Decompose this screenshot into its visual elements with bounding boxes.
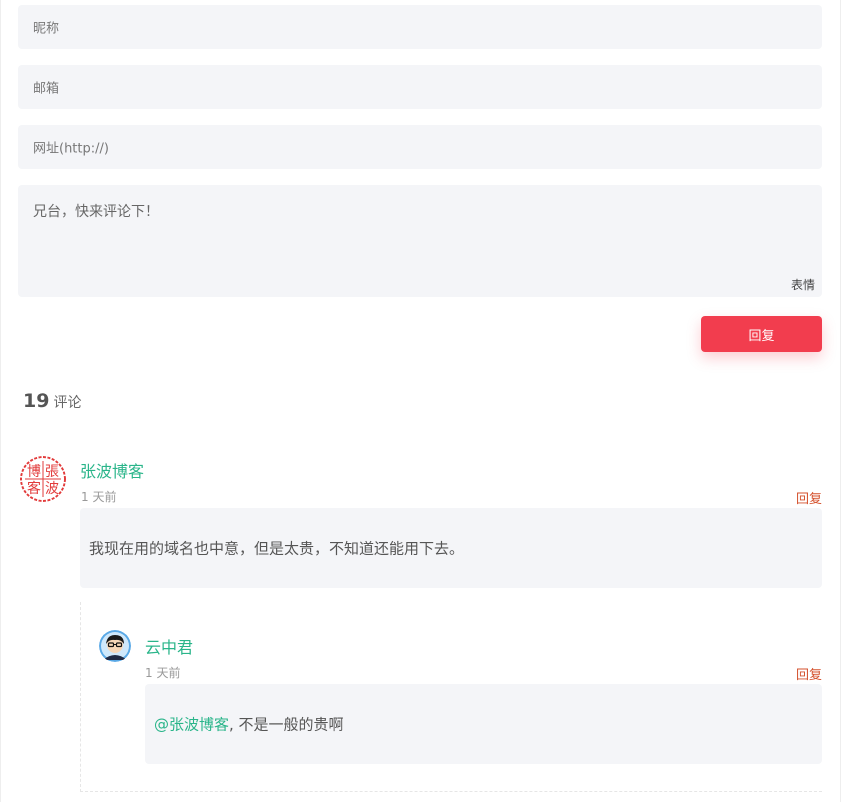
nickname-placeholder: 昵称 (33, 21, 60, 37)
nickname-field[interactable]: 昵称 (18, 5, 822, 49)
comment-textarea[interactable]: 兄台，快来评论下！ 表情 (18, 185, 822, 297)
seal-avatar-icon: 張 博 客 波 (20, 456, 66, 502)
comment-author[interactable]: 张波博客 (80, 458, 144, 482)
comment-author[interactable]: 云中君 (145, 634, 193, 658)
email-field[interactable]: 邮箱 (18, 65, 822, 109)
comment-time: 1 天前 (145, 666, 181, 680)
email-placeholder: 邮箱 (33, 81, 60, 97)
avatar[interactable] (99, 630, 131, 662)
comment-body: 我现在用的域名也中意，但是太贵，不知道还能用下去。 (80, 508, 822, 588)
comment-placeholder: 兄台，快来评论下！ (33, 204, 159, 220)
reply-button[interactable]: 回复 (796, 664, 822, 683)
mention-link[interactable]: @张波博客 (154, 716, 229, 734)
comment-time: 1 天前 (81, 490, 117, 504)
comment-count-label: 评论 (53, 395, 82, 411)
comment-count-number: 19 (23, 390, 50, 412)
reply-text: , 不是一般的贵啊 (229, 715, 344, 734)
svg-text:張: 張 (45, 464, 59, 480)
cartoon-avatar-icon (99, 630, 131, 662)
svg-text:波: 波 (45, 481, 59, 497)
comment-section: 昵称 邮箱 网址(http://) 兄台，快来评论下！ 表情 回复 19 评论 張… (0, 0, 841, 802)
reply-button[interactable]: 回复 (796, 488, 822, 507)
website-field[interactable]: 网址(http://) (18, 125, 822, 169)
comment-text: @张波博客, 不是一般的贵啊 (154, 714, 344, 735)
emoji-button[interactable]: 表情 (791, 276, 815, 293)
website-placeholder: 网址(http://) (33, 141, 109, 157)
svg-text:博: 博 (27, 463, 41, 480)
svg-text:客: 客 (27, 480, 41, 497)
submit-reply-button[interactable]: 回复 (701, 316, 822, 352)
comment-body: @张波博客, 不是一般的贵啊 (145, 684, 822, 764)
comment-text: 我现在用的域名也中意，但是太贵，不知道还能用下去。 (89, 539, 465, 558)
avatar[interactable]: 張 博 客 波 (20, 456, 66, 502)
comment-count: 19 评论 (23, 390, 81, 412)
